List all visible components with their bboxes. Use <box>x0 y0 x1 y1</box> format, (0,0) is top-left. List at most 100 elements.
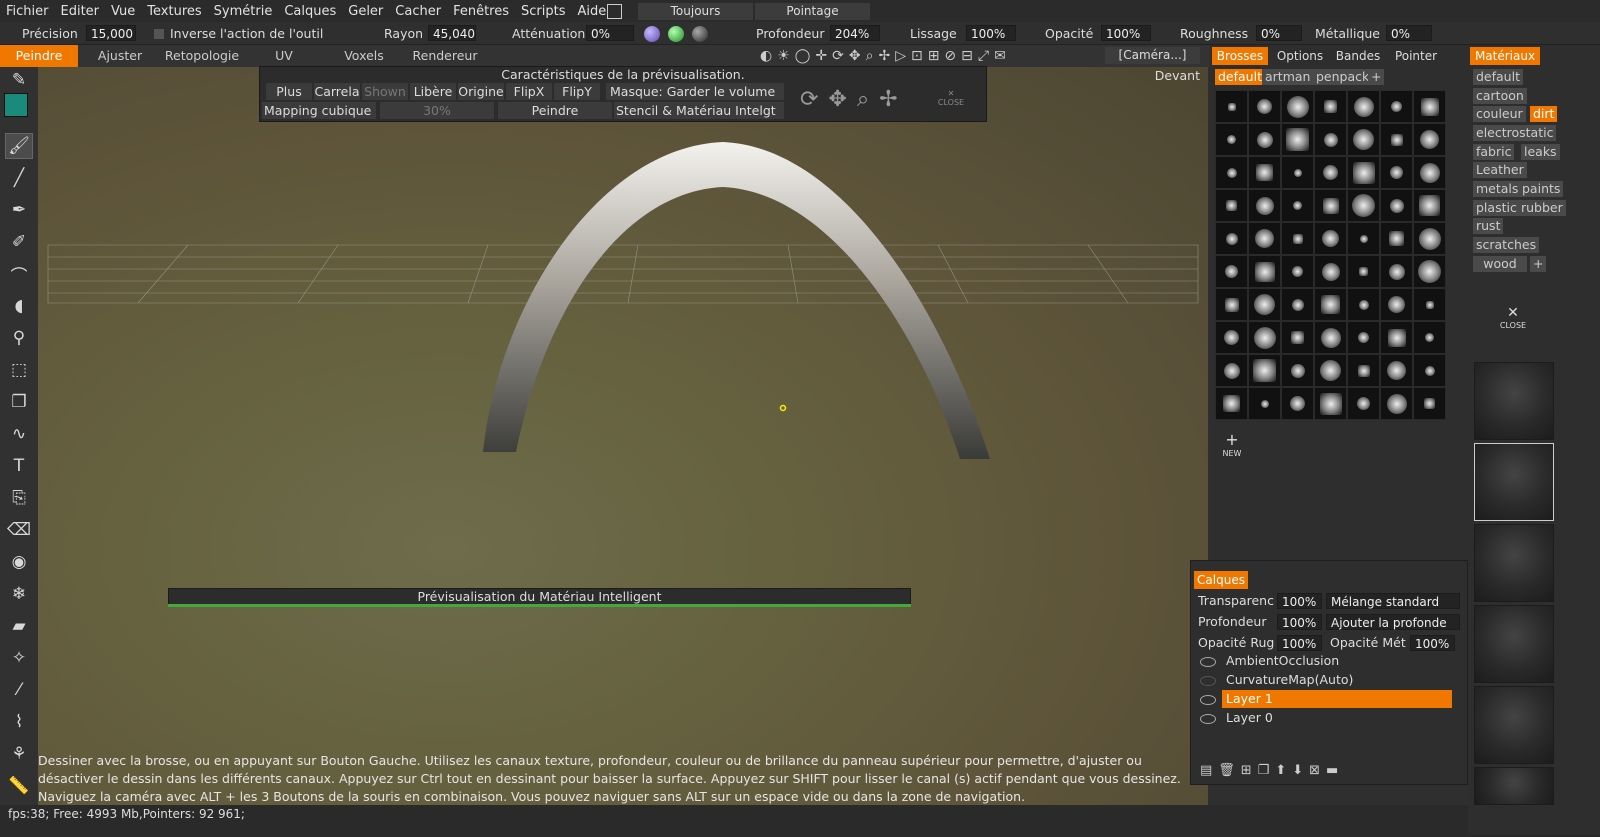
brush-thumbnail[interactable] <box>1215 255 1248 288</box>
brush-set-penpack[interactable]: penpack <box>1313 69 1373 85</box>
transform-tool-icon[interactable]: ⬚ <box>5 357 33 383</box>
material-paints[interactable]: paints <box>1519 181 1564 197</box>
brush-thumbnail[interactable] <box>1413 189 1446 222</box>
material-preview-3[interactable] <box>1474 524 1554 602</box>
materials-close-button[interactable]: ✕ CLOSE <box>1496 305 1530 330</box>
brush-thumbnail[interactable] <box>1215 222 1248 255</box>
materials-title[interactable]: Matériaux <box>1470 47 1540 65</box>
brush-thumbnail[interactable] <box>1248 387 1281 420</box>
radius-field[interactable]: 45,040 <box>428 25 476 41</box>
brush-thumbnail[interactable] <box>1380 354 1413 387</box>
menu-symetrie[interactable]: Symétrie <box>208 4 279 19</box>
layer-transparency-field[interactable]: 100% <box>1277 593 1322 609</box>
picker-tool-icon[interactable]: ⁄ <box>5 677 33 703</box>
brush-thumbnail[interactable] <box>1314 189 1347 222</box>
brush-thumbnail[interactable] <box>1314 321 1347 354</box>
smooth-field[interactable]: 100% <box>966 25 1016 41</box>
brush-thumbnail[interactable] <box>1347 288 1380 321</box>
paint-brush-tool-icon[interactable]: 🖌 <box>5 133 33 159</box>
menu-geler[interactable]: Geler <box>342 4 389 19</box>
layer-visibility-eye-icon[interactable] <box>1200 676 1216 686</box>
brush-thumbnail[interactable] <box>1413 387 1446 420</box>
brush-thumbnail[interactable] <box>1281 123 1314 156</box>
brush-thumbnail[interactable] <box>1248 123 1281 156</box>
blur-tool-icon[interactable]: ◖ <box>5 293 33 319</box>
brush-thumbnail[interactable] <box>1380 123 1413 156</box>
menu-cacher[interactable]: Cacher <box>389 4 447 19</box>
brush-thumbnail[interactable] <box>1413 156 1446 189</box>
material-preview-2[interactable] <box>1474 443 1554 521</box>
gradient-tool-icon[interactable]: ▰ <box>5 613 33 639</box>
brush-thumbnail[interactable] <box>1248 255 1281 288</box>
brush-thumbnail[interactable] <box>1380 222 1413 255</box>
brush-thumbnail[interactable] <box>1413 288 1446 321</box>
layer-visibility-eye-icon[interactable] <box>1200 714 1216 724</box>
brush-thumbnail[interactable] <box>1380 387 1413 420</box>
brush-thumbnail[interactable] <box>1314 156 1347 189</box>
brush-thumbnail[interactable] <box>1248 90 1281 123</box>
brush-thumbnail[interactable] <box>1281 156 1314 189</box>
tab-peindre[interactable]: Peindre <box>0 45 78 67</box>
brush-thumbnail[interactable] <box>1380 90 1413 123</box>
symmetry-tool-icon[interactable]: ⚘ <box>5 741 33 767</box>
brush-thumbnail[interactable] <box>1248 354 1281 387</box>
falloff-field[interactable]: 0% <box>586 25 634 41</box>
color-channel-icon[interactable] <box>668 26 684 42</box>
layer-actions-icons[interactable]: ▤🗑⊞❐⬆⬇⊠▬ <box>1200 763 1344 778</box>
menu-fenetres[interactable]: Fenêtres <box>447 4 515 19</box>
tile-button[interactable]: Carrela <box>314 83 360 100</box>
magic-wand-tool-icon[interactable]: ✧ <box>5 645 33 671</box>
brush-thumbnail[interactable] <box>1413 354 1446 387</box>
metal-field[interactable]: 0% <box>1386 25 1432 41</box>
plus-button[interactable]: Plus <box>266 83 312 100</box>
brush-thumbnail[interactable] <box>1413 255 1446 288</box>
brush-thumbnail[interactable] <box>1215 123 1248 156</box>
preview-close-button[interactable]: ✕ CLOSE <box>936 89 966 107</box>
tab-bands[interactable]: Bandes <box>1330 47 1386 65</box>
layer-rough-field[interactable]: 100% <box>1277 635 1322 651</box>
layer-0[interactable]: Layer 0 <box>1222 709 1452 727</box>
menu-calques[interactable]: Calques <box>278 4 342 19</box>
stamp-tool-icon[interactable]: ⚲ <box>5 325 33 351</box>
brush-thumbnail[interactable] <box>1347 90 1380 123</box>
pointing-dropdown[interactable]: Pointage <box>755 3 870 20</box>
blend-mode-dropdown[interactable]: Mélange standard <box>1326 593 1460 609</box>
brush-thumbnail[interactable] <box>1380 255 1413 288</box>
brush-thumbnail[interactable] <box>1380 321 1413 354</box>
brush-thumbnail[interactable] <box>1215 321 1248 354</box>
copy-tool-icon[interactable]: ❐ <box>5 389 33 415</box>
brush-thumbnail[interactable] <box>1413 222 1446 255</box>
primary-color-swatch[interactable] <box>4 93 28 117</box>
material-preview-6[interactable] <box>1474 767 1554 805</box>
brush-thumbnail[interactable] <box>1215 387 1248 420</box>
brush-thumbnail[interactable] <box>1248 321 1281 354</box>
material-preview-4[interactable] <box>1474 605 1554 683</box>
material-rust[interactable]: rust <box>1473 218 1504 234</box>
brush-thumbnail[interactable] <box>1314 222 1347 255</box>
paint-mode-dropdown[interactable]: Peindre <box>498 102 612 119</box>
scale-slider[interactable]: 30% <box>380 102 494 119</box>
layer-visibility-eye-icon[interactable] <box>1200 695 1216 705</box>
preview-transform-icons[interactable]: ⟳✥⌕✢ <box>800 87 908 112</box>
mask-dropdown[interactable]: Masque: Garder le volume <box>606 83 784 100</box>
menu-vue[interactable]: Vue <box>105 4 141 19</box>
brush-thumbnail[interactable] <box>1413 123 1446 156</box>
brush-set-default[interactable]: default <box>1215 69 1265 85</box>
material-metals[interactable]: metals <box>1473 181 1522 197</box>
material-couleur[interactable]: couleur <box>1473 106 1526 122</box>
material-plastic[interactable]: plastic <box>1473 200 1520 216</box>
brush-thumbnail[interactable] <box>1215 90 1248 123</box>
add-brush-set-button[interactable]: + <box>1368 69 1385 85</box>
brush-thumbnail[interactable] <box>1281 189 1314 222</box>
add-material-button[interactable]: + <box>1530 256 1547 272</box>
brush-thumbnail[interactable] <box>1413 321 1446 354</box>
mapping-dropdown[interactable]: Mapping cubique <box>262 102 376 119</box>
tab-rendereur[interactable]: Rendereur <box>408 45 482 67</box>
tab-retopologie[interactable]: Retopologie <box>160 45 244 67</box>
brush-tool-icon[interactable]: ✎ <box>5 67 33 93</box>
depth-field[interactable]: 204% <box>830 25 880 41</box>
material-scratches[interactable]: scratches <box>1473 237 1540 253</box>
curve-tool-icon[interactable]: ∿ <box>5 421 33 447</box>
freeze-tool-icon[interactable]: ❄ <box>5 581 33 607</box>
layer-1[interactable]: Layer 1 <box>1222 690 1452 708</box>
